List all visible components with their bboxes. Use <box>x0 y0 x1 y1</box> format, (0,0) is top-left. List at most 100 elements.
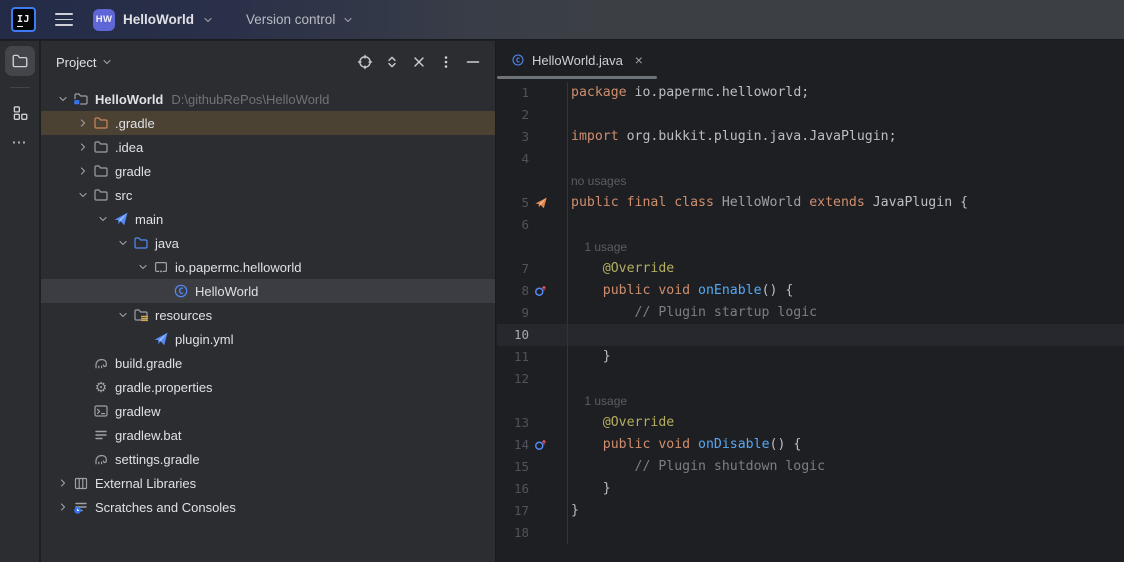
chevron-right-icon[interactable] <box>77 165 89 177</box>
chevron-down-icon[interactable] <box>117 237 129 249</box>
tree-item-gradle-cache-folder[interactable]: .gradle <box>41 111 495 135</box>
vcs-label: Version control <box>246 12 335 27</box>
tree-item-gradlew[interactable]: gradlew <box>41 399 495 423</box>
tab-helloworld-java[interactable]: HelloWorld.java × <box>497 41 657 79</box>
tree-item-build-gradle[interactable]: build.gradle <box>41 351 495 375</box>
chevron-right-icon[interactable] <box>77 141 89 153</box>
tree-item-gradle-properties[interactable]: ⚙ gradle.properties <box>41 375 495 399</box>
chevron-down-icon[interactable] <box>57 93 69 105</box>
chevron-down-icon <box>202 14 214 26</box>
tree-item-gradlew-bat[interactable]: gradlew.bat <box>41 423 495 447</box>
expand-all-icon[interactable] <box>384 54 400 70</box>
editor-tab-bar: HelloWorld.java × <box>497 41 1124 79</box>
code-line[interactable]: 5public final class HelloWorld extends J… <box>497 192 1124 214</box>
plugin-gutter-icon[interactable] <box>534 196 548 210</box>
code-line-current[interactable]: 10 <box>497 324 1124 346</box>
terminal-icon <box>93 403 109 419</box>
locate-file-icon[interactable] <box>357 54 373 70</box>
code-line[interactable]: 7 @Override <box>497 258 1124 280</box>
chevron-right-icon[interactable] <box>77 117 89 129</box>
inlay-hint-line[interactable]: 1 usage <box>497 390 1124 412</box>
project-tree: HelloWorld D:\githubRePos\HelloWorld .gr… <box>41 87 495 519</box>
code-line[interactable]: 3import org.bukkit.plugin.java.JavaPlugi… <box>497 126 1124 148</box>
java-class-icon <box>511 53 525 67</box>
main-menu-hamburger-icon[interactable] <box>55 10 75 30</box>
inlay-hint-line[interactable]: no usages <box>497 170 1124 192</box>
chevron-down-icon[interactable] <box>97 213 109 225</box>
resources-folder-icon <box>133 307 149 323</box>
tree-item-java-folder[interactable]: java <box>41 231 495 255</box>
code-line[interactable]: 6 <box>497 214 1124 236</box>
tree-item-project-root[interactable]: HelloWorld D:\githubRePos\HelloWorld <box>41 87 495 111</box>
folder-icon <box>93 139 109 155</box>
code-line[interactable]: 12 <box>497 368 1124 390</box>
tree-item-plugin-yml[interactable]: plugin.yml <box>41 327 495 351</box>
code-line[interactable]: 15 // Plugin shutdown logic <box>497 456 1124 478</box>
code-line[interactable]: 14 public void onDisable() { <box>497 434 1124 456</box>
tree-item-src-folder[interactable]: src <box>41 183 495 207</box>
chevron-down-icon[interactable] <box>101 56 113 68</box>
tree-item-package[interactable]: io.papermc.helloworld <box>41 255 495 279</box>
editor-area: HelloWorld.java × 1package io.papermc.he… <box>497 41 1124 562</box>
chevron-down-icon[interactable] <box>77 189 89 201</box>
usages-inlay-hint[interactable]: no usages <box>571 174 626 188</box>
code-line[interactable]: 1package io.papermc.helloworld; <box>497 82 1124 104</box>
code-line[interactable]: 13 @Override <box>497 412 1124 434</box>
code-line[interactable]: 11 } <box>497 346 1124 368</box>
tree-item-settings-gradle[interactable]: settings.gradle <box>41 447 495 471</box>
project-tool-window: Project HelloWorld D:\githubRePos\HelloW… <box>41 41 496 562</box>
java-class-icon <box>173 283 189 299</box>
tree-item-resources-folder[interactable]: resources <box>41 303 495 327</box>
ide-window: IJ HW HelloWorld Version control ⋯ Proje… <box>0 0 1124 562</box>
code-line[interactable]: 2 <box>497 104 1124 126</box>
code-editor[interactable]: 1package io.papermc.helloworld; 2 3impor… <box>497 79 1124 544</box>
tree-item-helloworld-class[interactable]: HelloWorld <box>41 279 495 303</box>
inlay-hint-line[interactable]: 1 usage <box>497 236 1124 258</box>
code-line[interactable]: 18 <box>497 522 1124 544</box>
project-panel-header: Project <box>41 41 495 83</box>
project-folder-icon <box>11 52 29 70</box>
chevron-right-icon[interactable] <box>57 501 69 513</box>
project-widget[interactable]: HW HelloWorld <box>93 9 214 31</box>
tree-item-main[interactable]: main <box>41 207 495 231</box>
overrides-method-icon[interactable] <box>534 438 548 452</box>
project-path: D:\githubRePos\HelloWorld <box>171 92 329 107</box>
code-line[interactable]: 17} <box>497 500 1124 522</box>
project-name: HelloWorld <box>123 12 194 27</box>
gradle-icon <box>93 451 109 467</box>
close-tab-icon[interactable]: × <box>635 53 643 67</box>
collapse-all-icon[interactable] <box>411 54 427 70</box>
folder-icon <box>93 115 109 131</box>
intellij-logo-icon[interactable]: IJ <box>11 7 36 32</box>
code-line[interactable]: 8 public void onEnable() { <box>497 280 1124 302</box>
project-panel-actions <box>357 54 481 70</box>
chevron-down-icon[interactable] <box>137 261 149 273</box>
tree-item-scratches-consoles[interactable]: Scratches and Consoles <box>41 495 495 519</box>
more-tool-windows-icon[interactable]: ⋯ <box>12 138 28 148</box>
project-panel-title[interactable]: Project <box>56 55 96 70</box>
usages-inlay-hint[interactable]: 1 usage <box>571 394 627 408</box>
folder-icon <box>93 163 109 179</box>
options-kebab-icon[interactable] <box>438 54 454 70</box>
project-tool-window-button[interactable] <box>5 46 35 76</box>
code-line[interactable]: 9 // Plugin startup logic <box>497 302 1124 324</box>
tree-item-gradle-folder[interactable]: gradle <box>41 159 495 183</box>
chevron-down-icon <box>342 14 354 26</box>
source-folder-icon <box>133 235 149 251</box>
tree-item-external-libraries[interactable]: External Libraries <box>41 471 495 495</box>
project-folder-icon <box>73 91 89 107</box>
overrides-method-icon[interactable] <box>534 284 548 298</box>
vcs-widget[interactable]: Version control <box>246 12 354 27</box>
structure-icon[interactable] <box>11 104 29 122</box>
usages-inlay-hint[interactable]: 1 usage <box>571 240 627 254</box>
code-line[interactable]: 16 } <box>497 478 1124 500</box>
code-line[interactable]: 4 <box>497 148 1124 170</box>
scratches-icon <box>73 499 89 515</box>
text-file-icon <box>93 427 109 443</box>
chevron-down-icon[interactable] <box>117 309 129 321</box>
chevron-right-icon[interactable] <box>57 477 69 489</box>
hide-panel-icon[interactable] <box>465 54 481 70</box>
tree-item-idea-folder[interactable]: .idea <box>41 135 495 159</box>
paper-plane-icon <box>113 211 129 227</box>
library-icon <box>73 475 89 491</box>
